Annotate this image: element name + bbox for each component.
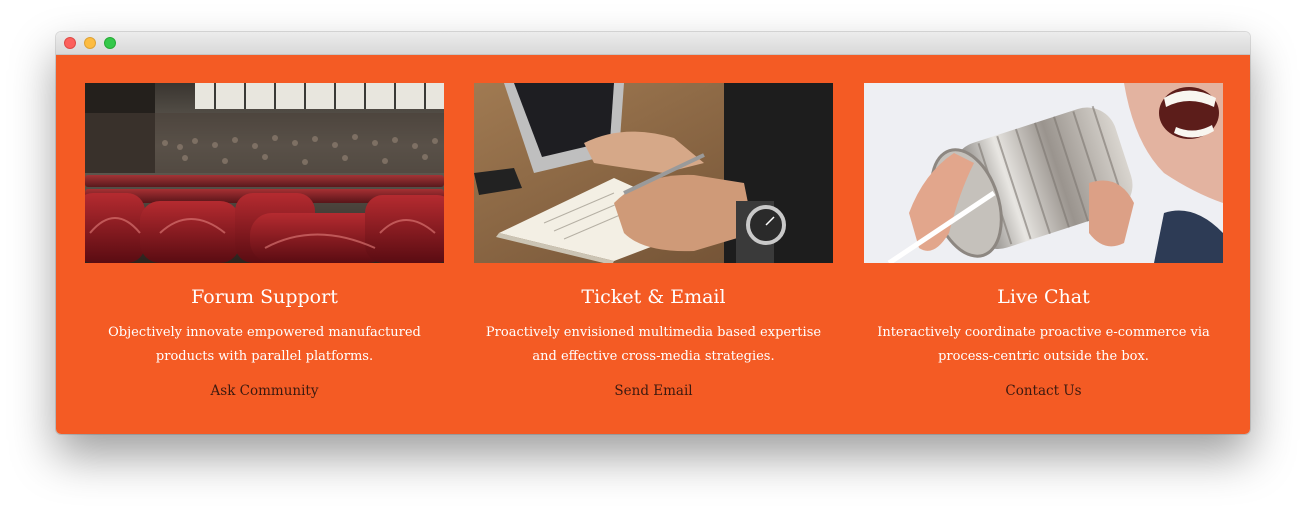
contact-us-link[interactable]: Contact Us (1005, 383, 1081, 399)
card-title: Live Chat (997, 286, 1090, 308)
browser-window: Forum Support Objectively innovate empow… (56, 32, 1250, 434)
support-card-forum: Forum Support Objectively innovate empow… (85, 83, 444, 399)
support-card-chat: Live Chat Interactively coordinate proac… (864, 83, 1223, 399)
close-icon[interactable] (64, 37, 76, 49)
ask-community-link[interactable]: Ask Community (211, 383, 319, 399)
support-section: Forum Support Objectively innovate empow… (56, 55, 1250, 434)
card-description: Proactively envisioned multimedia based … (485, 325, 822, 364)
card-title: Forum Support (191, 286, 338, 308)
support-card-ticket: Ticket & Email Proactively envisioned mu… (474, 83, 833, 399)
card-title: Ticket & Email (581, 286, 726, 308)
send-email-link[interactable]: Send Email (614, 383, 692, 399)
tin-can-phone-photo (864, 83, 1223, 263)
writing-notebook-photo (474, 83, 833, 263)
window-titlebar (56, 32, 1250, 55)
card-description: Objectively innovate empowered manufactu… (108, 325, 421, 364)
minimize-icon[interactable] (84, 37, 96, 49)
card-description: Interactively coordinate proactive e-com… (877, 325, 1210, 364)
auditorium-seats-photo (85, 83, 444, 263)
zoom-icon[interactable] (104, 37, 116, 49)
